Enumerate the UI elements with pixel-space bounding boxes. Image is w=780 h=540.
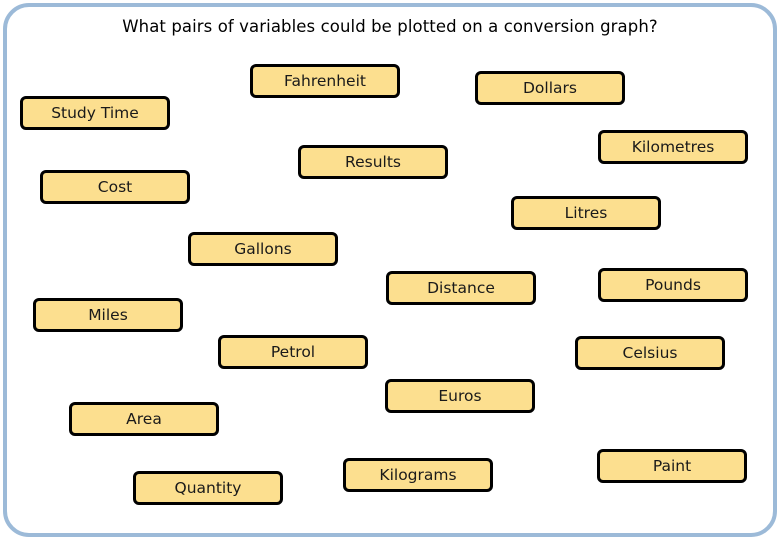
variable-card-label: Miles: [88, 306, 128, 324]
variable-card[interactable]: Miles: [33, 298, 183, 332]
variable-card-label: Euros: [438, 387, 482, 405]
variable-card-label: Area: [126, 410, 162, 428]
variable-card[interactable]: Pounds: [598, 268, 748, 302]
variable-card[interactable]: Litres: [511, 196, 661, 230]
variable-card[interactable]: Fahrenheit: [250, 64, 400, 98]
variable-card[interactable]: Results: [298, 145, 448, 179]
variable-card[interactable]: Euros: [385, 379, 535, 413]
variable-card[interactable]: Gallons: [188, 232, 338, 266]
variable-card-label: Celsius: [622, 344, 678, 362]
variable-card[interactable]: Paint: [597, 449, 747, 483]
variable-card-label: Quantity: [174, 479, 242, 497]
variable-card-label: Fahrenheit: [284, 72, 366, 90]
variable-card-label: Litres: [564, 204, 608, 222]
variable-card[interactable]: Quantity: [133, 471, 283, 505]
variable-card-label: Cost: [97, 178, 133, 196]
variable-card-label: Kilometres: [631, 138, 715, 156]
variable-card[interactable]: Area: [69, 402, 219, 436]
variable-card[interactable]: Dollars: [475, 71, 625, 105]
variable-card-label: Petrol: [270, 343, 316, 361]
page-title: What pairs of variables could be plotted…: [122, 17, 658, 36]
variable-card-label: Paint: [652, 457, 692, 475]
conversion-graph-slide: What pairs of variables could be plotted…: [0, 0, 780, 540]
variable-card-label: Study Time: [51, 104, 139, 122]
variable-card[interactable]: Petrol: [218, 335, 368, 369]
variable-card[interactable]: Celsius: [575, 336, 725, 370]
variable-card[interactable]: Kilograms: [343, 458, 493, 492]
variable-card-label: Pounds: [645, 276, 701, 294]
variable-card[interactable]: Cost: [40, 170, 190, 204]
variable-card-label: Kilograms: [379, 466, 457, 484]
variable-card-label: Distance: [427, 279, 495, 297]
variable-card[interactable]: Kilometres: [598, 130, 748, 164]
variable-card-label: Gallons: [234, 240, 292, 258]
variable-card-label: Results: [345, 153, 401, 171]
variable-card[interactable]: Study Time: [20, 96, 170, 130]
variable-card-label: Dollars: [523, 79, 577, 97]
variable-card[interactable]: Distance: [386, 271, 536, 305]
